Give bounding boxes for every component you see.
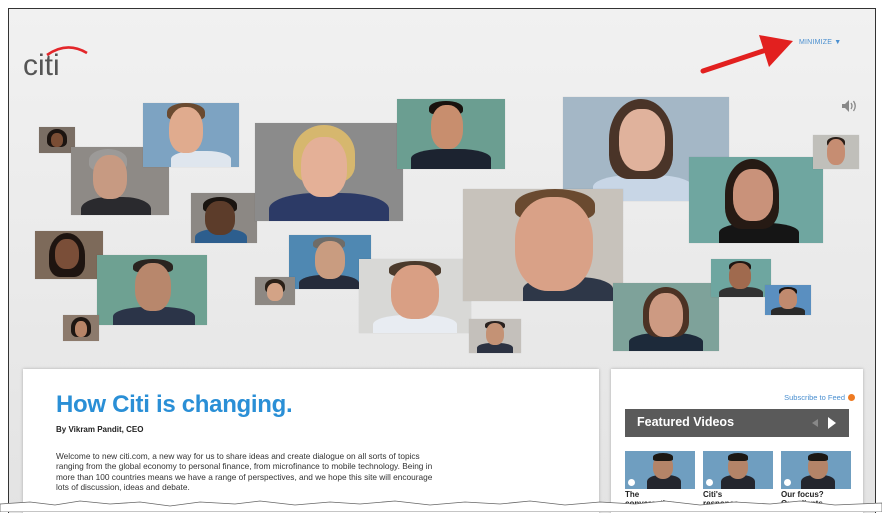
subscribe-to-feed-link[interactable]: Subscribe to Feed (784, 393, 855, 402)
previous-arrow-icon[interactable] (812, 419, 818, 427)
portrait-photo[interactable] (35, 231, 103, 279)
minimize-button[interactable]: MINIMIZE ▼ (799, 39, 841, 46)
portrait-photo[interactable] (97, 255, 207, 325)
article-panel: How Citi is changing. By Vikram Pandit, … (23, 369, 599, 513)
article-body-line: more than 100 countries means we have a … (56, 471, 433, 482)
citi-logo[interactable]: citi (23, 39, 93, 79)
article-body-line: Welcome to new citi.com, a new way for u… (56, 451, 420, 461)
portrait-photo[interactable] (765, 285, 811, 315)
play-icon[interactable] (706, 479, 713, 486)
portrait-photo[interactable] (463, 189, 623, 301)
portrait-photo[interactable] (255, 277, 295, 305)
portrait-photo[interactable] (143, 103, 239, 167)
portrait-photo[interactable] (39, 127, 75, 153)
article-title[interactable]: How Citi is changing. (56, 391, 293, 419)
article-byline: By Vikram Pandit, CEO (56, 425, 144, 434)
play-icon[interactable] (628, 479, 635, 486)
featured-videos-panel: Subscribe to Feed Featured Videos The Ci… (611, 369, 863, 513)
portrait-photo[interactable] (255, 123, 403, 221)
red-arrow-icon (699, 31, 799, 86)
play-icon[interactable] (784, 479, 791, 486)
video-thumbnail[interactable] (781, 451, 851, 489)
rss-icon (848, 394, 855, 401)
portrait-photo[interactable] (397, 99, 505, 169)
featured-videos-title: Featured Videos (637, 415, 735, 429)
portrait-photo[interactable] (613, 283, 719, 351)
torn-edge (0, 500, 882, 512)
featured-videos-header: Featured Videos (625, 409, 849, 437)
speaker-icon[interactable] (841, 99, 859, 118)
video-thumbnail[interactable] (703, 451, 773, 489)
article-body: Welcome to new citi.com, a new way for u… (56, 451, 571, 492)
portrait-photo[interactable] (63, 315, 99, 341)
portrait-photo[interactable] (359, 259, 471, 333)
portrait-photo[interactable] (689, 157, 823, 243)
subscribe-label: Subscribe to Feed (784, 393, 845, 402)
portrait-photo[interactable] (813, 135, 859, 169)
video-thumbnail[interactable] (625, 451, 695, 489)
svg-text:citi: citi (23, 49, 60, 79)
portrait-photo[interactable] (469, 319, 521, 353)
portrait-photo[interactable] (711, 259, 771, 297)
portrait-photo[interactable] (191, 193, 257, 243)
article-body-line: ranging from the global economy to perso… (56, 461, 433, 472)
citi-homepage: citi MINIMIZE ▼ How Citi is changing. By… (8, 8, 876, 513)
article-body-line: lots of discussion, ideas and debate. (56, 481, 190, 492)
next-arrow-icon[interactable] (828, 417, 836, 429)
